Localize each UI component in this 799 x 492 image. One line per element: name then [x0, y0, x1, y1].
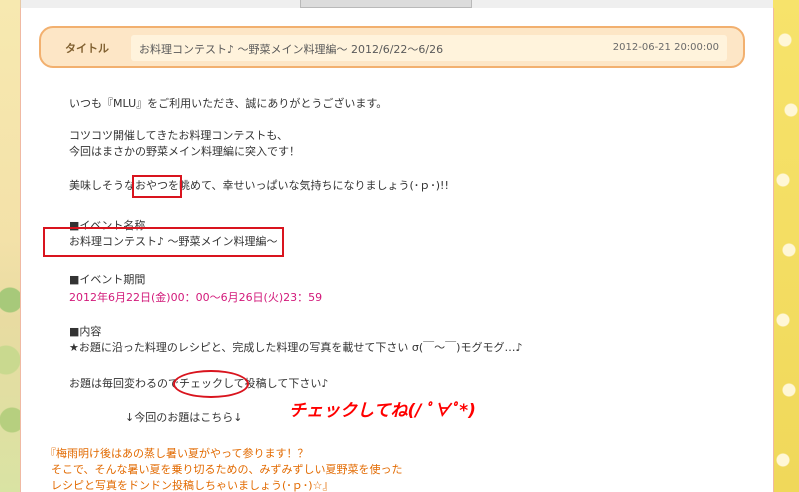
content-heading: ■内容 — [69, 325, 102, 338]
theme-quote-2: そこで、そんな暑い夏を乗り切るための、みずみずしい夏野菜を使った — [51, 463, 403, 476]
theme-quote-1: 『梅雨明け後はあの蒸し暑い夏がやって参ります！？ — [45, 447, 309, 460]
intro-line-1: コツコツ開催してきたお料理コンテストも、 — [69, 129, 289, 142]
notice-header: タイトル お料理コンテスト♪ ～野菜メイン料理編～ 2012/6/22～6/26… — [39, 26, 745, 68]
scrollbar-thumb[interactable] — [300, 0, 472, 8]
theme-suffix: 投稿して下さい♪ — [244, 377, 329, 390]
highlight-oval-check: チェックして — [173, 370, 249, 398]
event-name-line: お料理コンテスト♪ ～野菜メイン料理編～ — [43, 227, 284, 257]
highlight-box-snack: おやつを — [132, 175, 182, 198]
theme-quote-3: レシピと写真をドンドン投稿しちゃいましょう(･ｐ･)☆』 — [51, 479, 334, 492]
notice-title: お料理コンテスト♪ ～野菜メイン料理編～ 2012/6/22～6/26 — [139, 43, 444, 56]
greeting-text: いつも『MLU』をご利用いただき、誠にありがとうございます。 — [69, 97, 388, 110]
title-field: お料理コンテスト♪ ～野菜メイン料理編～ 2012/6/22～6/26 2012… — [131, 35, 727, 61]
check-annotation: チェックしてね(/ ﾟ∀ﾟ*) — [289, 401, 476, 421]
theme-prefix: お題は毎回変わるので — [69, 377, 179, 390]
red-highlight-frame — [132, 175, 182, 198]
right-decorative-background — [773, 0, 799, 492]
title-label: タイトル — [65, 42, 109, 55]
intro-line-2: 今回はまさかの野菜メイン料理編に突入です！ — [69, 145, 300, 158]
highlight-box-event-name: お料理コンテスト♪ ～野菜メイン料理編～ — [43, 227, 284, 257]
notice-datetime: 2012-06-21 20:00:00 — [612, 42, 719, 53]
enjoy-suffix: 眺めて、幸せいっぱいな気持ちになりましょう(･ｐ･)!! — [179, 179, 449, 192]
event-period: 2012年6月22日(金)00：00～6月26日(火)23：59 — [69, 291, 323, 304]
notice-panel: タイトル お料理コンテスト♪ ～野菜メイン料理編～ 2012/6/22～6/26… — [20, 8, 774, 492]
left-decorative-background — [0, 0, 21, 492]
theme-line: お題は毎回変わるのでチェックして 投稿して下さい♪ — [69, 370, 329, 398]
enjoy-prefix: 美味しそうな — [69, 179, 135, 192]
enjoy-line: 美味しそうなおやつを 眺めて、幸せいっぱいな気持ちになりましょう(･ｐ･)!! — [69, 175, 449, 198]
theme-pointer: ↓今回のお題はこちら↓ — [125, 411, 243, 424]
red-highlight-frame — [43, 227, 284, 257]
event-period-heading: ■イベント期間 — [69, 273, 146, 286]
content-text: ★お題に沿った料理のレシピと、完成した料理の写真を載せて下さい σ(￣～￣)モグ… — [69, 341, 523, 354]
red-highlight-oval — [173, 370, 249, 398]
